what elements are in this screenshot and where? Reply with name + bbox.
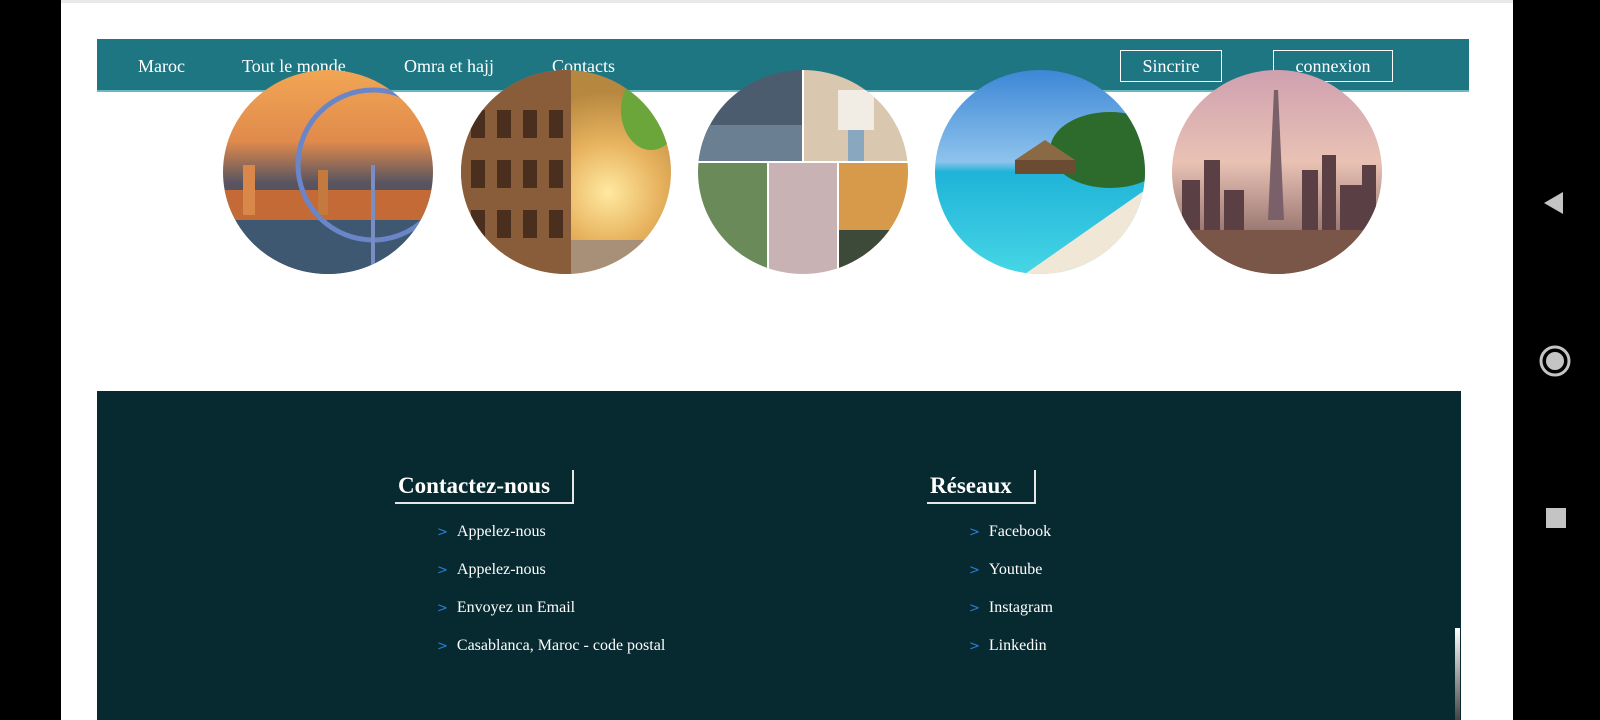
chevron-right-icon: >	[969, 639, 980, 654]
footer-social-instagram[interactable]: > Instagram	[969, 599, 1053, 618]
signup-button[interactable]: Sincrire	[1120, 50, 1222, 82]
chevron-right-icon: >	[437, 601, 448, 616]
nav-link-omra-hajj[interactable]: Omra et hajj	[404, 56, 494, 76]
footer-contact-item[interactable]: > Casablanca, Maroc - code postal	[437, 637, 665, 656]
home-icon[interactable]	[1538, 344, 1572, 378]
footer-social-linkedin[interactable]: > Linkedin	[969, 637, 1047, 656]
chevron-right-icon: >	[437, 639, 448, 654]
rome-colosseum-image[interactable]	[461, 70, 671, 274]
chevron-right-icon: >	[969, 525, 980, 540]
asia-collage-image[interactable]	[698, 70, 908, 274]
footer: Contactez-nous > Appelez-nous > Appelez-no…	[97, 391, 1461, 720]
chevron-right-icon: >	[969, 563, 980, 578]
back-icon[interactable]	[1541, 190, 1567, 216]
footer-contact-item[interactable]: > Envoyez un Email	[437, 599, 575, 618]
footer-social-youtube[interactable]: > Youtube	[969, 561, 1042, 580]
footer-contact-title: Contactez-nous	[395, 470, 575, 504]
recent-apps-icon[interactable]	[1545, 507, 1567, 529]
london-image[interactable]	[223, 70, 433, 274]
footer-contact-item[interactable]: > Appelez-nous	[437, 523, 546, 542]
chevron-right-icon: >	[437, 563, 448, 578]
footer-contact-item[interactable]: > Appelez-nous	[437, 561, 546, 580]
footer-social-facebook[interactable]: > Facebook	[969, 523, 1051, 542]
scrollbar-thumb[interactable]	[1455, 628, 1460, 720]
dubai-skyline-image[interactable]	[1172, 70, 1382, 274]
nav-link-maroc[interactable]: Maroc	[138, 56, 185, 76]
chevron-right-icon: >	[969, 601, 980, 616]
chevron-right-icon: >	[437, 525, 448, 540]
footer-social-title: Réseaux	[927, 470, 1036, 504]
maldives-beach-image[interactable]	[935, 70, 1145, 274]
top-divider	[61, 0, 1513, 3]
web-page: Maroc Tout le monde Omra et hajj Contact…	[61, 0, 1513, 720]
